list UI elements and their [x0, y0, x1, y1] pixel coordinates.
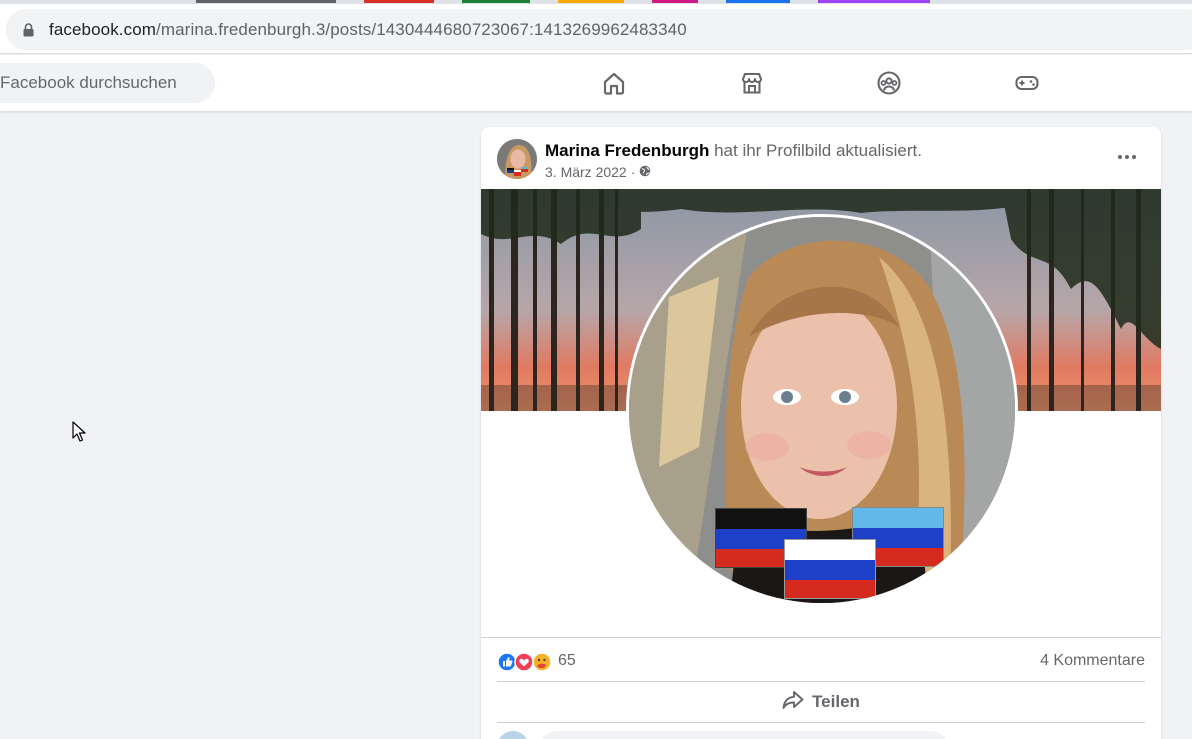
- url-domain: facebook.com: [49, 20, 157, 39]
- share-label: Teilen: [812, 692, 860, 711]
- groups-icon[interactable]: [875, 69, 903, 97]
- tab-indicator[interactable]: [462, 0, 530, 3]
- post-meta: 3. März 2022 ·: [545, 164, 651, 180]
- address-bar[interactable]: facebook.com/marina.fredenburgh.3/posts/…: [6, 9, 1192, 50]
- reactions-bar: 65 4 Kommentare: [481, 637, 1161, 681]
- profile-picture[interactable]: [626, 214, 1018, 606]
- share-button[interactable]: Teilen: [497, 682, 1145, 722]
- lock-icon[interactable]: [23, 23, 34, 42]
- reaction-icons[interactable]: [497, 652, 555, 672]
- gaming-icon[interactable]: [1013, 69, 1041, 97]
- tab-indicator[interactable]: [558, 0, 624, 3]
- post-date[interactable]: 3. März 2022: [545, 164, 627, 180]
- search-box[interactable]: [0, 63, 215, 103]
- marketplace-icon[interactable]: [738, 69, 766, 97]
- post-header-text: Marina Fredenburgh hat ihr Profilbild ak…: [545, 141, 922, 161]
- meta-separator: ·: [630, 164, 636, 180]
- home-icon[interactable]: [600, 69, 628, 97]
- comment-input[interactable]: [539, 731, 949, 739]
- tab-indicator[interactable]: [818, 0, 930, 3]
- browser-toolbar: facebook.com/marina.fredenburgh.3/posts/…: [0, 4, 1192, 54]
- tab-indicator[interactable]: [196, 0, 336, 3]
- search-input[interactable]: [0, 63, 210, 103]
- author-name-link[interactable]: Marina Fredenburgh: [545, 141, 709, 160]
- russia-flag: [784, 539, 876, 599]
- reaction-count[interactable]: 65: [558, 652, 576, 670]
- comment-composer: [497, 731, 1145, 739]
- share-icon: [782, 690, 804, 715]
- comments-count[interactable]: 4 Kommentare: [1040, 652, 1145, 670]
- globe-icon: [639, 164, 651, 180]
- author-avatar[interactable]: [497, 139, 537, 179]
- tab-indicator[interactable]: [726, 0, 790, 3]
- more-options-button[interactable]: [1111, 143, 1143, 171]
- post-actions-bar: Teilen: [497, 681, 1145, 723]
- facebook-header: [0, 55, 1192, 111]
- url-text[interactable]: facebook.com/marina.fredenburgh.3/posts/…: [49, 20, 687, 40]
- mouse-cursor-icon: [72, 421, 86, 448]
- post-action-text: hat ihr Profilbild aktualisiert.: [709, 141, 922, 160]
- tab-indicator[interactable]: [364, 0, 434, 3]
- post-card: Marina Fredenburgh hat ihr Profilbild ak…: [481, 127, 1161, 739]
- tab-indicator[interactable]: [652, 0, 698, 3]
- url-path: /marina.fredenburgh.3/posts/143044468072…: [156, 20, 687, 39]
- viewer-avatar[interactable]: [497, 731, 529, 739]
